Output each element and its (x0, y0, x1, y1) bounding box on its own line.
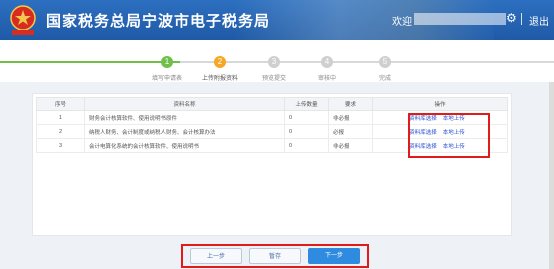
step-5-dot: 5 (379, 56, 391, 68)
gear-icon[interactable]: ⚙ (506, 11, 517, 25)
step-2-dot: 2 (214, 56, 226, 68)
step-3-label: 预览提交 (261, 76, 286, 82)
progress-steps: 1 填写申请表 2 上传附报资料 3 预览提交 4 审核中 5 完成 (0, 40, 554, 82)
row-no: 3 (36, 138, 85, 153)
step-5-label: 完成 (378, 76, 391, 82)
tax-emblem-icon (10, 5, 36, 35)
row-no: 2 (36, 124, 85, 139)
site-title: 国家税务总局宁波市电子税务局 (46, 13, 271, 30)
operations-highlight-box (408, 113, 490, 158)
top-header: 国家税务总局宁波市电子税务局 欢迎 ⚙ 退出 (0, 0, 554, 40)
header-divider (521, 13, 522, 25)
logout-link[interactable]: 退出 (529, 13, 549, 28)
save-draft-button[interactable]: 暂存 (249, 248, 301, 264)
next-step-button[interactable]: 下一步 (308, 248, 360, 264)
progress-line-remaining (180, 61, 554, 63)
row-req: 非必报 (328, 138, 373, 153)
row-count: 0 (284, 138, 329, 153)
step-1-dot: 1 (161, 56, 173, 68)
row-req: 必报 (328, 124, 373, 139)
row-req: 非必报 (328, 110, 373, 125)
step-1-label: 填写申请表 (151, 76, 182, 82)
row-name: 纳税人财务、会计制度或纳税人财务、会计核算办法 (84, 124, 285, 139)
welcome-text: 欢迎 (392, 17, 412, 28)
attachment-panel: 序号 资料名称 上传数量 要求 操作 1 财务会计核算软件、使用说明书原件 0 … (32, 93, 512, 236)
col-no: 序号 (36, 97, 85, 111)
row-name: 会计电算化系统的会计核算软件、使用说明书 (84, 138, 285, 153)
step-2-label: 上传附报资料 (201, 76, 238, 82)
col-op: 操作 (372, 97, 508, 111)
row-no: 1 (36, 110, 85, 125)
row-count: 0 (284, 124, 329, 139)
step-4-label: 审核中 (317, 76, 336, 82)
col-count: 上传数量 (284, 97, 329, 111)
step-3-dot: 3 (268, 56, 280, 68)
col-name: 资料名称 (84, 97, 285, 111)
col-req: 要求 (328, 97, 373, 111)
progress-line-done (0, 61, 180, 63)
step-4-dot: 4 (321, 56, 333, 68)
row-count: 0 (284, 110, 329, 125)
row-name: 财务会计核算软件、使用说明书原件 (84, 110, 285, 125)
username-redacted (414, 13, 506, 25)
prev-step-button[interactable]: 上一步 (190, 248, 242, 264)
table-header-row: 序号 资料名称 上传数量 要求 操作 (36, 97, 508, 111)
